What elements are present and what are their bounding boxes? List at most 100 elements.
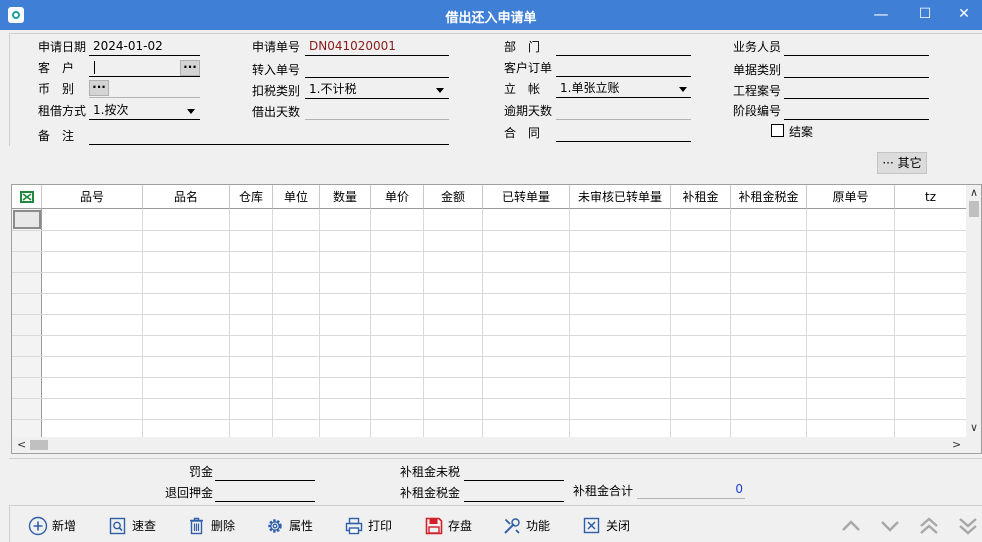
properties-button[interactable]: 属性 xyxy=(265,516,325,536)
customer-order-field[interactable] xyxy=(556,59,691,77)
next-record-icon[interactable] xyxy=(879,516,901,536)
account-select[interactable]: 1.单张立账 xyxy=(556,80,691,98)
overdue-days-field[interactable] xyxy=(556,102,691,120)
grid-vline xyxy=(894,209,895,437)
col-header-original-no[interactable]: 原单号 xyxy=(807,185,895,209)
account-label: 立 帐 xyxy=(504,82,541,96)
grid-row-line xyxy=(12,251,967,252)
doc-category-field[interactable] xyxy=(784,60,929,78)
grid-vline xyxy=(730,209,731,437)
close-button[interactable]: 关闭 xyxy=(582,516,642,536)
minimize-button[interactable]: — xyxy=(858,0,904,30)
lend-days-field[interactable] xyxy=(305,102,449,120)
department-field[interactable] xyxy=(556,38,691,56)
col-header-unit-price[interactable]: 单价 xyxy=(371,185,424,209)
overdue-days-label: 逾期天数 xyxy=(504,104,553,118)
excel-icon[interactable] xyxy=(19,191,34,203)
grid-row-line xyxy=(12,356,967,357)
scroll-right-arrow[interactable]: > xyxy=(952,438,961,451)
delete-label: 删除 xyxy=(211,519,236,533)
col-header-unreviewed-transferred-qty[interactable]: 未审核已转单量 xyxy=(570,185,671,209)
project-no-label: 工程案号 xyxy=(733,84,782,98)
scroll-down-arrow[interactable]: ∨ xyxy=(970,421,978,434)
remark-field[interactable] xyxy=(89,127,449,145)
previous-record-icon[interactable] xyxy=(840,516,862,536)
save-button[interactable]: 存盘 xyxy=(424,516,484,536)
contract-field[interactable] xyxy=(556,124,691,142)
stage-no-field[interactable] xyxy=(784,102,929,120)
col-header-tz[interactable]: tz xyxy=(895,185,966,209)
rent-untaxed-field[interactable] xyxy=(464,463,564,481)
printer-icon xyxy=(345,517,363,535)
apply-no-field[interactable]: DN041020001 xyxy=(305,38,449,56)
col-header-extra-rent[interactable]: 补租金 xyxy=(671,185,731,209)
closed-checkbox[interactable] xyxy=(771,124,784,137)
title-bar: 借出还入申请单 — ☐ ✕ xyxy=(0,0,982,30)
stage-no-label: 阶段编号 xyxy=(733,104,782,118)
scroll-up-arrow[interactable]: ∧ xyxy=(970,186,978,199)
function-button[interactable]: 功能 xyxy=(502,516,562,536)
row-header-column[interactable] xyxy=(12,209,42,437)
grid-vline xyxy=(569,209,570,437)
first-record-icon[interactable] xyxy=(918,516,940,536)
vertical-scroll-thumb[interactable] xyxy=(969,201,979,217)
vertical-scrollbar[interactable]: ∧ ∨ xyxy=(966,185,981,437)
tax-type-select[interactable]: 1.不计税 xyxy=(305,81,449,99)
apply-date-field[interactable]: 2024-01-02 xyxy=(89,38,200,56)
closed-label: 结案 xyxy=(789,125,814,139)
gear-icon xyxy=(268,519,282,533)
transfer-no-field[interactable] xyxy=(305,60,449,78)
grid-row-line xyxy=(12,419,967,420)
close-window-button[interactable]: ✕ xyxy=(946,0,982,30)
col-header-amount[interactable]: 金额 xyxy=(424,185,483,209)
horizontal-scrollbar[interactable]: < > xyxy=(12,437,981,453)
close-label: 关闭 xyxy=(606,519,631,533)
text-cursor xyxy=(94,61,95,74)
rent-method-dropdown-icon[interactable] xyxy=(187,109,195,114)
scroll-left-arrow[interactable]: < xyxy=(17,438,26,451)
detail-grid[interactable]: 品号 品名 仓库 单位 数量 单价 金额 已转单量 未审核已转单量 补租金 补租… xyxy=(11,184,982,454)
project-no-field[interactable] xyxy=(784,81,929,99)
grid-vline xyxy=(319,209,320,437)
penalty-label: 罚金 xyxy=(189,465,214,479)
rent-tax-field[interactable] xyxy=(464,484,564,502)
penalty-field[interactable] xyxy=(215,463,315,481)
function-label: 功能 xyxy=(526,519,551,533)
horizontal-scroll-thumb[interactable] xyxy=(30,440,48,450)
customer-lookup-button[interactable]: ··· xyxy=(180,60,200,76)
col-header-item-no[interactable]: 品号 xyxy=(42,185,143,209)
selected-row-header[interactable] xyxy=(13,210,41,229)
rent-untaxed-label: 补租金未税 xyxy=(400,465,461,479)
col-header-extra-rent-tax[interactable]: 补租金税金 xyxy=(731,185,807,209)
add-button[interactable]: 新增 xyxy=(28,516,88,536)
print-button[interactable]: 打印 xyxy=(344,516,404,536)
col-header-item-name[interactable]: 品名 xyxy=(143,185,230,209)
col-header-quantity[interactable]: 数量 xyxy=(320,185,371,209)
transfer-no-label: 转入单号 xyxy=(252,63,301,77)
salesperson-field[interactable] xyxy=(784,38,929,56)
account-dropdown-icon[interactable] xyxy=(679,87,687,92)
other-button[interactable]: ··· 其它 xyxy=(877,152,927,174)
grid-vline xyxy=(482,209,483,437)
grid-corner[interactable] xyxy=(12,185,42,209)
maximize-button[interactable]: ☐ xyxy=(902,0,948,30)
print-label: 打印 xyxy=(368,519,393,533)
refund-deposit-field[interactable] xyxy=(215,484,315,502)
col-header-transferred-qty[interactable]: 已转单量 xyxy=(483,185,570,209)
quick-search-button[interactable]: 速查 xyxy=(108,516,168,536)
lend-days-label: 借出天数 xyxy=(252,105,301,119)
apply-date-label: 申请日期 xyxy=(38,40,87,54)
last-record-icon[interactable] xyxy=(957,516,979,536)
add-label: 新增 xyxy=(52,519,77,533)
apply-no-label: 申请单号 xyxy=(252,40,301,54)
customer-order-label: 客户订单 xyxy=(504,61,553,75)
col-header-unit[interactable]: 单位 xyxy=(273,185,320,209)
grid-vline xyxy=(370,209,371,437)
currency-lookup-button[interactable]: ··· xyxy=(89,80,109,96)
col-header-warehouse[interactable]: 仓库 xyxy=(230,185,273,209)
delete-button[interactable]: 删除 xyxy=(187,516,247,536)
grid-vline xyxy=(806,209,807,437)
rent-method-select[interactable]: 1.按次 xyxy=(89,102,200,120)
tax-type-dropdown-icon[interactable] xyxy=(436,88,444,93)
refund-deposit-label: 退回押金 xyxy=(165,486,214,500)
